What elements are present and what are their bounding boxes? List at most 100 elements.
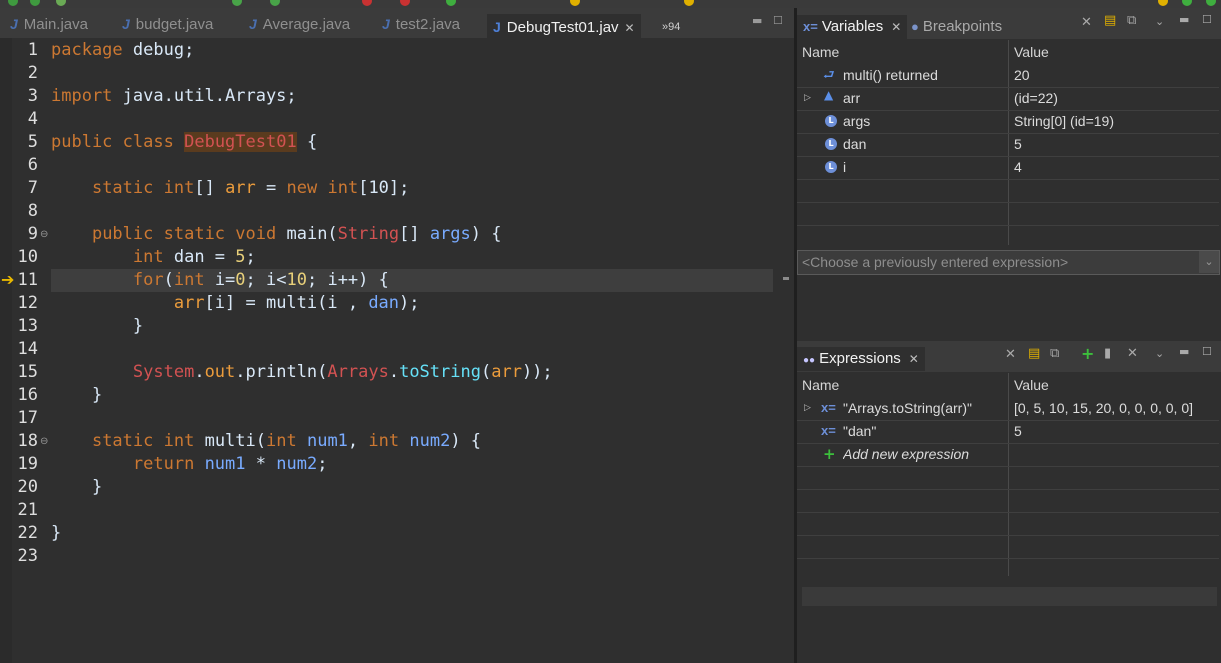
code-text: static int[] (91, 178, 226, 198)
maximize-icon[interactable]: ☐ (773, 14, 783, 27)
variable-row[interactable]: L i 4 (797, 156, 1219, 180)
code-line-10: int dan = 5; (0, 246, 775, 269)
remove-icon[interactable]: ▮ (1104, 346, 1111, 361)
empty-row (797, 202, 1219, 226)
expand-triangle-icon[interactable]: ▷ (804, 87, 811, 109)
remove-all-icon[interactable]: ✕ (1005, 347, 1016, 362)
resume-icon[interactable] (232, 0, 242, 6)
number-literal: 0 (235, 270, 246, 290)
field-name: out (204, 362, 236, 382)
variable-value: String[0] (id=19) (1014, 113, 1114, 129)
variable-value: (id=22) (1014, 90, 1058, 106)
add-expression-icon[interactable]: + (1081, 344, 1094, 363)
collapse-all-icon[interactable]: ⧉ (1050, 346, 1059, 361)
code-text: [] (399, 224, 430, 244)
tab-test2-java[interactable]: Jtest2.java (382, 16, 460, 38)
view-menu-icon[interactable]: ⌄ (1155, 15, 1164, 28)
remove-all-icon[interactable]: ✕ (1081, 15, 1092, 30)
variable-row[interactable]: ⮐ multi() returned 20 (797, 64, 1219, 88)
code-text: public static void main( (91, 224, 338, 244)
column-header-value[interactable]: Value (1014, 44, 1049, 60)
perspective-debug-icon[interactable] (1182, 0, 1192, 6)
minimize-icon[interactable]: ▬ (1179, 13, 1189, 26)
minimize-icon[interactable]: ▬ (1179, 345, 1189, 358)
return-value-icon: ⮐ (823, 68, 835, 83)
variable-row[interactable]: L args String[0] (id=19) (797, 110, 1219, 134)
expression-row[interactable]: ▷ x= "Arrays.toString(arr)" [0, 5, 10, 1… (797, 397, 1219, 421)
static-field-icon: ▲ (824, 88, 834, 102)
view-menu-icon[interactable]: ⌄ (1155, 347, 1164, 360)
tab-budget-java[interactable]: Jbudget.java (122, 16, 213, 38)
coverage-icon[interactable] (56, 0, 66, 6)
drop-frame-icon[interactable] (684, 0, 694, 6)
tab-main-java[interactable]: J Main.java (10, 16, 88, 38)
chevron-down-icon[interactable]: ⌄ (1199, 251, 1219, 273)
variable-name: arr (843, 90, 861, 106)
remove-all-expressions-icon[interactable]: ✕ (1127, 346, 1138, 361)
tab-breakpoints[interactable]: ● Breakpoints (911, 15, 1002, 39)
variables-view-icon: x= (803, 19, 818, 34)
line-number: 8 (27, 201, 38, 221)
disconnect-icon[interactable] (400, 0, 410, 6)
tab-overflow-button[interactable]: »94 (662, 21, 680, 33)
variable-name: i (843, 159, 847, 175)
expression-name: "dan" (843, 423, 877, 439)
close-view-icon[interactable]: ✕ (891, 20, 901, 34)
local-variable-icon: L (825, 161, 837, 173)
parameter-name: num1 (204, 454, 246, 474)
close-view-icon[interactable]: ✕ (909, 352, 919, 366)
expand-triangle-icon[interactable]: ▷ (804, 397, 811, 419)
column-header-name[interactable]: Name (802, 44, 839, 60)
code-text: { (296, 132, 318, 152)
show-type-names-icon[interactable]: ▤ (1028, 346, 1040, 361)
field-name: arr (491, 362, 522, 382)
overview-ruler-mark[interactable] (783, 277, 789, 280)
empty-row (797, 179, 1219, 203)
editor-tab-bar: J Main.java Jbudget.java J Average.java Jt… (0, 8, 794, 40)
code-text: )); (521, 362, 553, 382)
new-java-icon[interactable] (270, 0, 280, 6)
expressions-view-icon: ●● (803, 355, 816, 366)
tab-debugtest01-java[interactable]: J DebugTest01.jav ✕ (487, 14, 641, 40)
column-header-value[interactable]: Value (1014, 377, 1049, 393)
tab-variables[interactable]: x= Variables ✕ (797, 15, 908, 39)
breakpoints-view-icon: ● (911, 19, 919, 34)
watch-expression-icon: x= (821, 400, 836, 415)
column-header-name[interactable]: Name (802, 377, 839, 393)
minimize-icon[interactable]: ▬ (752, 14, 762, 27)
step-into-icon[interactable] (446, 0, 456, 6)
variable-value: 20 (1014, 67, 1030, 83)
perspective-java-icon[interactable] (1158, 0, 1168, 6)
terminate-icon[interactable] (362, 0, 372, 6)
debug-icon[interactable] (30, 0, 40, 6)
code-line-12: arr[i] = multi(i , dan); (0, 292, 775, 315)
add-expression-row[interactable]: + Add new expression (797, 443, 1219, 467)
tab-expressions[interactable]: ●● Expressions ✕ (797, 347, 925, 371)
perspective-other-icon[interactable] (1206, 0, 1216, 6)
step-return-icon[interactable] (570, 0, 580, 6)
show-type-names-icon[interactable]: ▤ (1104, 13, 1116, 28)
variable-row[interactable]: ▷ ▲ arr (id=22) (797, 87, 1219, 111)
variables-tab-bar: x= Variables ✕ ● Breakpoints ✕ ▤ ⧉ ⌄ ▬ ☐ (797, 8, 1221, 39)
variable-row[interactable]: L dan 5 (797, 133, 1219, 157)
code-text: ( (480, 362, 492, 382)
code-line-5: public class DebugTest01 { (0, 131, 775, 154)
code-text: ]; (388, 178, 410, 198)
expression-value: [0, 5, 10, 15, 20, 0, 0, 0, 0, 0] (1014, 400, 1194, 416)
horizontal-scrollbar[interactable] (802, 587, 1217, 606)
number-literal: 5 (235, 247, 246, 267)
code-text: } (51, 385, 103, 405)
collapse-all-icon[interactable]: ⧉ (1127, 13, 1136, 28)
parameter-name: num2 (409, 431, 451, 451)
code-line-13: } (0, 315, 775, 338)
java-file-icon: J (493, 19, 501, 35)
expression-row[interactable]: x= "dan" 5 (797, 420, 1219, 444)
code-text: static int multi(int (91, 431, 297, 451)
close-tab-icon[interactable]: ✕ (625, 21, 635, 35)
maximize-icon[interactable]: ☐ (1202, 13, 1212, 26)
run-icon[interactable] (8, 0, 18, 6)
tab-average-java[interactable]: J Average.java (249, 16, 350, 38)
code-text: ); (399, 293, 420, 313)
maximize-icon[interactable]: ☐ (1202, 345, 1212, 358)
java-file-icon: J (10, 16, 18, 32)
